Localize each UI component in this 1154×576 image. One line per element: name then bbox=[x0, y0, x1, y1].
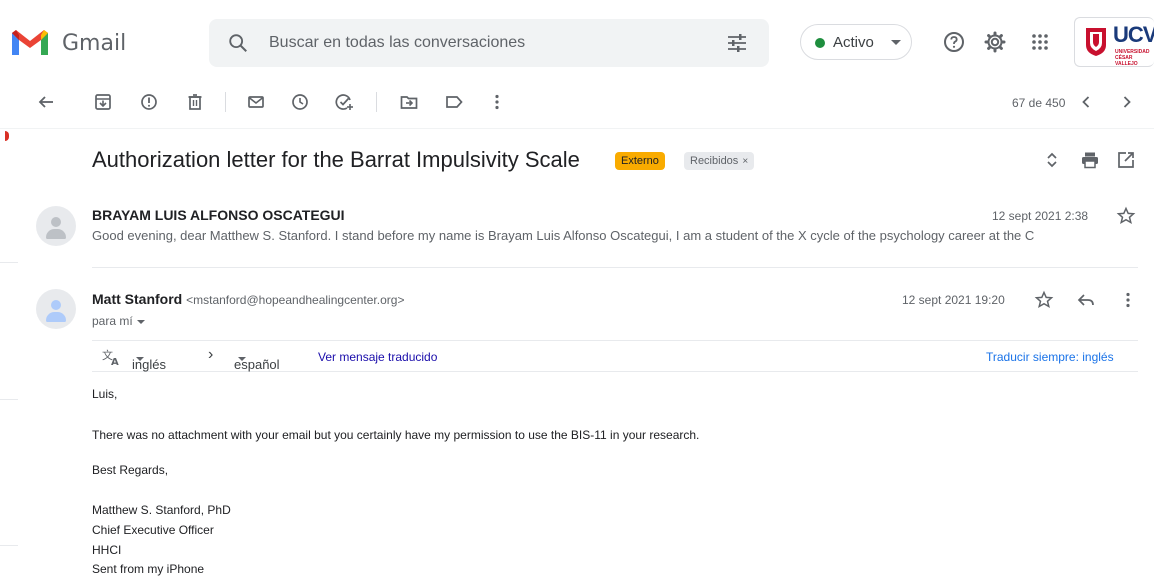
status-selector[interactable]: Activo bbox=[800, 24, 912, 60]
translate-arrow-icon: › bbox=[208, 346, 214, 363]
avatar bbox=[36, 289, 76, 329]
signature-line: HHCI bbox=[92, 543, 122, 557]
svg-text:A: A bbox=[111, 357, 119, 367]
signature-line: Matthew S. Stanford, PhD bbox=[92, 503, 231, 517]
label-chip-recibidos[interactable]: Recibidos × bbox=[684, 152, 755, 170]
left-edge-line bbox=[0, 545, 18, 546]
help-icon[interactable] bbox=[942, 30, 966, 54]
recipient-details[interactable]: para mí bbox=[92, 314, 145, 328]
chevron-down-icon bbox=[238, 357, 246, 361]
mark-unread-mail-icon[interactable] bbox=[246, 92, 266, 112]
remove-label-icon[interactable]: × bbox=[742, 156, 748, 167]
star-icon[interactable] bbox=[1034, 290, 1054, 310]
message-toolbar: 67 de 450 bbox=[0, 88, 1154, 129]
message-date: 12 sept 2021 2:38 bbox=[992, 209, 1089, 223]
avatar-body-icon bbox=[46, 229, 66, 239]
message-sender[interactable]: Matt Stanford <mstanford@hopeandhealingc… bbox=[92, 291, 404, 307]
left-edge-line bbox=[0, 399, 18, 400]
archive-icon[interactable] bbox=[93, 92, 113, 112]
message-date: 12 sept 2021 19:20 bbox=[902, 293, 1005, 307]
open-new-window-icon[interactable] bbox=[1116, 150, 1136, 170]
label-chip-text: Recibidos bbox=[690, 155, 739, 167]
email-body-closing: Best Regards, bbox=[92, 463, 169, 477]
sender-name: Matt Stanford bbox=[92, 291, 183, 307]
app-name: Gmail bbox=[62, 31, 127, 56]
apps-grid-icon[interactable] bbox=[1028, 30, 1052, 54]
back-arrow-icon[interactable] bbox=[36, 92, 56, 112]
toolbar-divider bbox=[376, 92, 377, 112]
status-label: Activo bbox=[833, 34, 874, 51]
email-body-greeting: Luis, bbox=[92, 387, 118, 401]
settings-gear-icon[interactable] bbox=[983, 30, 1007, 54]
search-options-icon[interactable] bbox=[725, 31, 749, 55]
delete-trash-icon[interactable] bbox=[185, 92, 205, 112]
avatar-head-icon bbox=[51, 300, 61, 310]
snooze-clock-icon[interactable] bbox=[290, 92, 310, 112]
report-spam-icon[interactable] bbox=[139, 92, 159, 112]
reply-arrow-icon[interactable] bbox=[1076, 290, 1096, 310]
older-chevron-right-icon[interactable] bbox=[1117, 92, 1137, 112]
chevron-down-icon bbox=[891, 40, 901, 45]
ucv-shield-icon bbox=[1086, 28, 1106, 56]
avatar-head-icon bbox=[51, 217, 61, 227]
sender-email: <mstanford@hopeandhealingcenter.org> bbox=[186, 293, 405, 307]
always-translate-link[interactable]: Traducir siempre: inglés bbox=[986, 350, 1114, 364]
translate-icon: 文 A bbox=[102, 348, 119, 367]
chevron-down-icon bbox=[136, 319, 145, 324]
star-icon[interactable] bbox=[1116, 206, 1136, 226]
toolbar-divider bbox=[225, 92, 226, 112]
expand-all-icon[interactable] bbox=[1042, 150, 1062, 170]
message-divider bbox=[92, 267, 1138, 268]
org-logo-text: UCV bbox=[1113, 22, 1154, 47]
more-options-vertical-icon[interactable] bbox=[1118, 290, 1138, 310]
recipient-label: para mí bbox=[92, 314, 133, 328]
search-bar[interactable]: Buscar en todas las conversaciones bbox=[209, 19, 769, 67]
thread-subject: Authorization letter for the Barrat Impu… bbox=[92, 147, 580, 172]
view-translated-link[interactable]: Ver mensaje traducido bbox=[318, 350, 437, 364]
email-body-line: There was no attachment with your email … bbox=[92, 428, 700, 442]
message-counter: 67 de 450 bbox=[1012, 96, 1066, 110]
avatar-body-icon bbox=[46, 312, 66, 322]
search-icon[interactable] bbox=[227, 32, 249, 54]
add-task-icon[interactable] bbox=[334, 92, 354, 112]
move-to-folder-icon[interactable] bbox=[399, 92, 419, 112]
status-dot-icon bbox=[815, 38, 825, 48]
search-input[interactable]: Buscar en todas las conversaciones bbox=[269, 34, 525, 52]
org-logo-subtitle: UNIVERSIDAD CÉSAR VALLEJO bbox=[1115, 49, 1150, 67]
unread-marker bbox=[5, 131, 9, 141]
more-options-vertical-icon[interactable] bbox=[487, 92, 507, 112]
message-sender[interactable]: BRAYAM LUIS ALFONSO OSCATEGUI bbox=[92, 207, 345, 223]
newer-chevron-left-icon[interactable] bbox=[1076, 92, 1096, 112]
label-chip-externo: Externo bbox=[615, 152, 665, 170]
message-snippet[interactable]: Good evening, dear Matthew S. Stanford. … bbox=[92, 228, 1104, 243]
chevron-down-icon bbox=[136, 357, 144, 361]
translation-bar: 文 A inglés › español Ver mensaje traduci… bbox=[92, 340, 1138, 372]
gmail-logo-icon[interactable] bbox=[10, 27, 50, 57]
top-header: Gmail Buscar en todas las conversaciones… bbox=[0, 0, 1154, 88]
left-edge-line bbox=[0, 262, 18, 263]
avatar bbox=[36, 206, 76, 246]
signature-line: Chief Executive Officer bbox=[92, 523, 214, 537]
label-tag-icon[interactable] bbox=[444, 92, 464, 112]
account-org-logo[interactable]: UCV UNIVERSIDAD CÉSAR VALLEJO bbox=[1074, 17, 1154, 67]
print-icon[interactable] bbox=[1080, 150, 1100, 170]
